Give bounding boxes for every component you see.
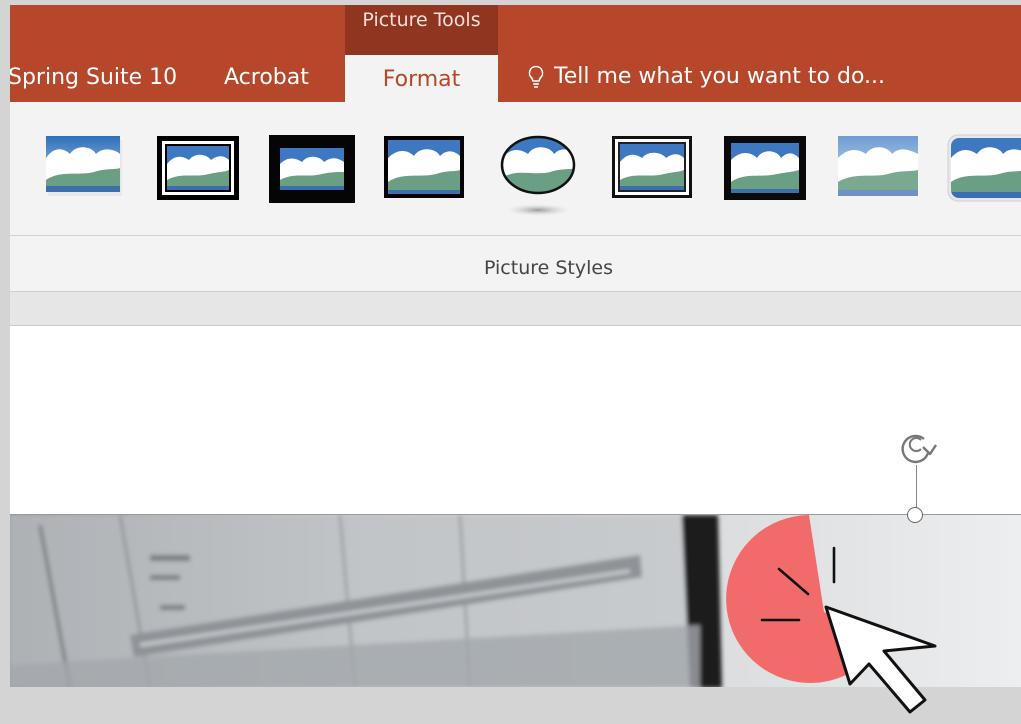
lightbulb-icon — [528, 65, 544, 89]
picture-style-7[interactable] — [723, 132, 809, 202]
tab-acrobat[interactable]: Acrobat — [224, 51, 309, 102]
top-resize-handle[interactable] — [907, 507, 923, 523]
picture-style-2[interactable] — [155, 132, 241, 202]
powerpoint-window: Picture Tools Spring Suite 10 Acrobat Fo… — [10, 5, 1021, 687]
tell-me-text: Tell me what you want to do... — [554, 64, 885, 89]
picture-style-1[interactable] — [42, 132, 128, 202]
picture-styles-group-label: Picture Styles — [483, 257, 613, 279]
tab-format[interactable]: Format — [345, 55, 498, 102]
tab-spring-suite[interactable]: Spring Suite 10 — [10, 51, 177, 102]
tell-me-search[interactable]: Tell me what you want to do... — [528, 51, 885, 102]
gallery-divider — [10, 235, 1021, 236]
picture-styles-gallery — [10, 102, 1021, 237]
picture-style-4[interactable] — [382, 132, 468, 202]
picture-style-8[interactable] — [836, 132, 922, 202]
picture-style-5[interactable] — [496, 132, 580, 222]
picture-tools-context-label: Picture Tools — [345, 5, 498, 55]
rotate-icon[interactable] — [890, 427, 942, 473]
picture-style-6[interactable] — [610, 132, 696, 202]
ribbon-collapsed-strip — [10, 292, 1021, 326]
picture-style-3[interactable] — [268, 132, 358, 204]
picture-style-9[interactable] — [945, 132, 1021, 204]
ribbon-tab-bar: Picture Tools Spring Suite 10 Acrobat Fo… — [10, 5, 1021, 102]
selected-picture[interactable] — [10, 514, 1021, 687]
